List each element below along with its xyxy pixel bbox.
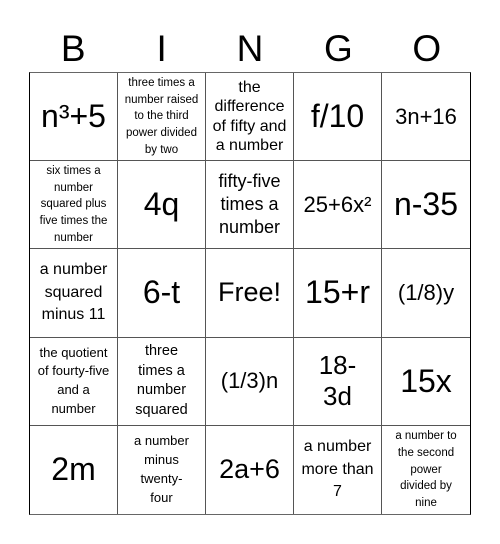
cell-text: (1/8)y	[397, 280, 455, 306]
cell-text: the quotient of fourty-five and a number	[37, 344, 110, 417]
cell-text: six times a number squared plus five tim…	[39, 165, 108, 244]
cell-text: the difference of fifty and a number	[212, 79, 287, 154]
cell-text: three times a number squared	[135, 343, 188, 418]
cell-text: 25+6x²	[303, 191, 372, 217]
cell-text: 2a+6	[219, 454, 280, 485]
bingo-cell-r3-c5[interactable]: (1/8)y	[382, 249, 470, 338]
bingo-cell-r4-c1[interactable]: the quotient of fourty-five and a number	[30, 337, 118, 426]
bingo-cell-r5-c1[interactable]: 2m	[30, 425, 118, 514]
bingo-cell-r3-c2[interactable]: 6-t	[118, 249, 206, 338]
cell-text: 18-3d	[318, 350, 357, 412]
cell-text: a number more than 7	[301, 438, 374, 501]
bingo-header: B I N G O	[29, 27, 471, 71]
bingo-cell-r2-c5[interactable]: n-35	[382, 161, 470, 250]
cell-text: 4q	[143, 186, 180, 223]
header-letter-o: O	[412, 28, 442, 69]
bingo-cell-r3-c1[interactable]: a number squared minus 11	[30, 249, 118, 338]
cell-text: a number to the second power divided by …	[395, 430, 457, 509]
bingo-cell-r5-c3[interactable]: 2a+6	[206, 425, 294, 514]
cell-text: 15+r	[305, 274, 370, 311]
cell-text: 2m	[51, 451, 96, 488]
cell-text: 15x	[400, 362, 452, 399]
header-letter-b: B	[60, 28, 86, 69]
bingo-cell-r4-c5[interactable]: 15x	[382, 338, 470, 426]
cell-text: fifty-five times a number	[218, 170, 281, 238]
bingo-cell-r2-c3[interactable]: fifty-five times a number	[206, 161, 294, 250]
bingo-cell-r1-c2[interactable]: three times a number raised to the third…	[118, 73, 206, 162]
bingo-cell-r1-c5[interactable]: 3n+16	[382, 73, 470, 162]
bingo-cell-r2-c4[interactable]: 25+6x²	[294, 161, 382, 250]
bingo-cell-r5-c4[interactable]: a number more than 7	[294, 425, 382, 514]
cell-text: Free!	[217, 277, 282, 308]
cell-text: 6-t	[142, 274, 181, 311]
cell-text: three times a number raised to the third…	[124, 76, 199, 156]
bingo-cell-r5-c2[interactable]: a number minus twenty-four	[118, 425, 206, 514]
bingo-cell-r4-c2[interactable]: three times a number squared	[118, 337, 206, 426]
header-letter-g: G	[324, 28, 353, 69]
bingo-cell-r1-c1[interactable]: n³+5	[30, 73, 118, 162]
bingo-cell-r1-c3[interactable]: the difference of fifty and a number	[206, 73, 294, 162]
cell-text: 3n+16	[395, 103, 457, 129]
cell-text: n³+5	[41, 98, 106, 134]
header-letter-i: I	[156, 28, 167, 69]
cell-text: f/10	[310, 98, 365, 134]
cell-text: a number minus twenty-four	[134, 433, 189, 505]
bingo-cell-r4-c3[interactable]: (1/3)n	[206, 337, 294, 426]
cell-text: (1/3)n	[220, 368, 279, 394]
bingo-cell-r2-c1[interactable]: six times a number squared plus five tim…	[30, 161, 118, 250]
bingo-cell-r4-c4[interactable]: 18-3d	[294, 337, 382, 426]
cell-text: n-35	[393, 186, 459, 223]
bingo-cell-r1-c4[interactable]: f/10	[294, 73, 382, 162]
bingo-cell-r3-c4[interactable]: 15+r	[294, 249, 382, 338]
bingo-cell-r3-c3[interactable]: Free!	[206, 249, 294, 338]
header-letter-n: N	[236, 28, 264, 69]
cell-text: a number squared minus 11	[39, 261, 108, 324]
bingo-grid: n³+5 three times a number raised to the …	[29, 72, 471, 515]
bingo-cell-r2-c2[interactable]: 4q	[118, 161, 206, 250]
bingo-cell-r5-c5[interactable]: a number to the second power divided by …	[382, 426, 470, 514]
